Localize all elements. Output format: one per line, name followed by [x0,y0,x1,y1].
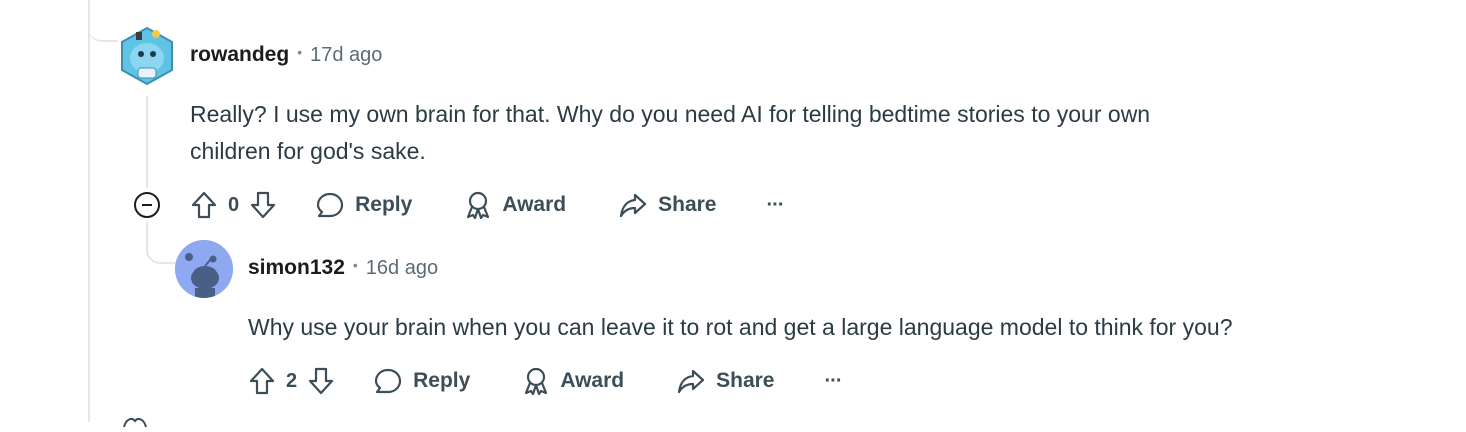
timestamp[interactable]: 16d ago [366,257,438,280]
downvote-icon [309,367,334,395]
reply-label: Reply [413,369,471,392]
vote-count: 0 [228,193,240,216]
reply-button[interactable]: Reply [373,366,470,396]
downvote-button[interactable] [249,190,277,220]
award-button[interactable]: Award [522,366,624,396]
award-icon [525,367,548,396]
upvote-icon [249,367,275,395]
next-comment-avatar-cutoff [120,414,150,432]
reply-button[interactable]: Reply [315,190,412,220]
separator-dot: • [297,44,303,60]
thread-line-outer [88,0,90,422]
timestamp[interactable]: 17d ago [310,44,382,67]
upvote-button[interactable] [190,190,218,220]
comment-body-simon132: Why use your brain when you can leave it… [248,309,1448,346]
reply-bubble-icon [375,368,402,394]
award-icon [467,191,490,220]
username[interactable]: rowandeg [190,43,289,67]
comment-text-line: children for god's sake. [190,138,426,164]
reply-label: Reply [355,193,413,216]
comment-text-line: Why use your brain when you can leave it… [248,314,1233,340]
share-arrow-icon [620,193,647,218]
username[interactable]: simon132 [248,256,345,280]
vote-count: 2 [286,369,298,392]
avatar-rowandeg[interactable] [120,24,174,86]
action-bar-simon132: 2 Reply Award Share ··· [248,361,843,401]
comment-body-rowandeg: Really? I use my own brain for that. Why… [190,96,1370,170]
upvote-icon [191,191,217,219]
upvote-button[interactable] [248,366,276,396]
award-button[interactable]: Award [464,190,566,220]
previous-actions-cutoff [190,0,354,6]
share-label: Share [716,369,775,392]
separator-dot: • [352,257,358,273]
award-label: Award [502,193,567,216]
share-label: Share [658,193,717,216]
comment-text-line: Really? I use my own brain for that. Why… [190,101,1151,127]
share-button[interactable]: Share [618,190,717,220]
avatar-simon132[interactable] [175,240,233,298]
thread-line-rowandeg [146,96,148,188]
reply-bubble-icon [317,192,344,218]
award-label: Award [560,369,625,392]
comment-header-simon132: simon132 • 16d ago [248,256,438,280]
thread-curve-simon [146,222,176,264]
more-icon[interactable]: ··· [825,370,843,393]
downvote-button[interactable] [307,366,335,396]
more-icon[interactable]: ··· [767,194,785,217]
downvote-icon [251,191,276,219]
share-button[interactable]: Share [676,366,775,396]
thread-curve-top [88,0,118,42]
comment-header-rowandeg: rowandeg • 17d ago [190,43,382,67]
collapse-icon[interactable] [134,192,160,218]
share-arrow-icon [678,369,705,394]
action-bar-rowandeg: 0 Reply Award Share ··· [190,185,785,225]
